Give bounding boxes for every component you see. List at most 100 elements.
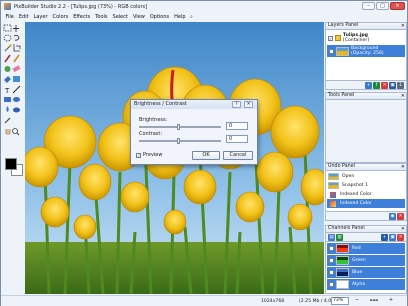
magic-wand-tool-icon[interactable]	[4, 44, 12, 52]
channel-load-icon[interactable]: ▤	[328, 233, 335, 241]
zoom-out-button[interactable]: −	[353, 297, 361, 305]
contrast-slider-track[interactable]	[139, 140, 221, 142]
channel-visibility-checkbox[interactable]: ✓	[329, 246, 334, 251]
undo-item[interactable]: Indexed Color	[326, 190, 406, 199]
dialog-help-button[interactable]: ?	[232, 101, 241, 108]
lasso-tool-icon[interactable]	[13, 34, 20, 41]
channel-copy-icon[interactable]: ▣	[389, 233, 396, 241]
undo-panel-close-icon[interactable]: ✕	[401, 164, 405, 170]
text-tool-icon[interactable]: T	[4, 87, 10, 95]
undo-item-selected[interactable]: Indexed Color	[327, 199, 405, 208]
brush-tool-icon[interactable]	[4, 54, 11, 63]
foreground-color-swatch[interactable]	[5, 158, 17, 170]
tools-panel-title: Tools Panel	[328, 93, 355, 98]
channels-panel-toolbar: ▤ ▥ + ▣ ✕	[325, 233, 407, 242]
ellipse-shape-tool-icon[interactable]	[13, 97, 20, 102]
channel-row-blue[interactable]: ✓ Blue	[327, 267, 405, 278]
menu-file[interactable]: File	[3, 14, 16, 20]
duplicate-layer-icon[interactable]: ▣	[389, 81, 396, 89]
layer-visibility-checkbox[interactable]: ✓	[329, 48, 334, 54]
menu-bar: File Edit Layer Colors Effects Tools Sel…	[1, 12, 321, 21]
zoom-slider[interactable]: ▬▬▬	[363, 297, 385, 305]
preview-checkbox[interactable]: ✓	[136, 152, 141, 158]
channel-thumbnail	[336, 268, 349, 277]
layer-name: Tulips.jpg [Container]	[343, 33, 369, 43]
brightness-slider-thumb[interactable]	[177, 124, 180, 130]
menu-edit[interactable]: Edit	[16, 14, 31, 20]
layers-list: ✓ Tulips.jpg [Container] ✓ Background (O…	[325, 30, 407, 81]
title-bar: PixBuilder Studio 2.2 - [Tulips.jpg (73%…	[1, 1, 407, 12]
menu-help[interactable]: Help	[172, 14, 188, 20]
undo-item[interactable]: Open	[326, 172, 406, 181]
brightness-input[interactable]: 0	[226, 122, 248, 130]
channel-label: Blue	[352, 270, 363, 275]
snapshot-icon[interactable]: ◉	[389, 212, 396, 220]
preview-checkbox-row[interactable]: ✓ Preview	[136, 152, 162, 158]
ellipse-select-tool-icon[interactable]	[3, 34, 12, 42]
dialog-close-button[interactable]: ✕	[244, 101, 253, 108]
brightness-slider-track[interactable]	[139, 126, 221, 128]
channel-visibility-checkbox[interactable]: ✓	[329, 282, 334, 287]
image-dimensions: 1024x768	[261, 298, 285, 304]
undo-item[interactable]: Snapshot 1	[326, 181, 406, 190]
layer-effects-icon[interactable]: f	[373, 81, 380, 89]
cancel-button[interactable]: Cancel	[223, 151, 253, 160]
menu-layer[interactable]: Layer	[31, 14, 50, 20]
menu-colors[interactable]: Colors	[50, 14, 71, 20]
tools-panel-body	[325, 100, 407, 163]
maximize-button[interactable]: □	[376, 2, 389, 10]
fill-tool-icon[interactable]	[4, 76, 11, 83]
new-layer-icon[interactable]: +	[365, 81, 372, 89]
move-tool-icon[interactable]	[13, 25, 19, 32]
search-icon[interactable]: ⌕	[190, 14, 193, 20]
menu-tools[interactable]: Tools	[93, 14, 110, 20]
layer-thumbnail	[336, 46, 349, 56]
channel-visibility-checkbox[interactable]: ✓	[329, 270, 334, 275]
rectangle-shape-tool-icon[interactable]	[4, 97, 11, 102]
delete-channel-icon[interactable]: ✕	[397, 233, 404, 241]
merge-layer-icon[interactable]: ↧	[397, 81, 404, 89]
clone-tool-icon[interactable]	[4, 66, 11, 72]
layer-visibility-checkbox[interactable]: ✓	[328, 35, 333, 41]
layer-row-container[interactable]: ✓ Tulips.jpg [Container]	[326, 32, 406, 44]
hand-tool-icon[interactable]	[5, 129, 11, 135]
menu-effects[interactable]: Effects	[71, 14, 93, 20]
gradient-tool-icon[interactable]	[13, 76, 20, 82]
channels-panel-close-icon[interactable]: ✕	[401, 226, 405, 232]
channel-row-green[interactable]: ✓ Green	[327, 255, 405, 266]
channel-thumbnail	[336, 256, 349, 265]
zoom-tool-icon[interactable]	[12, 128, 20, 136]
contrast-input[interactable]: 0	[226, 135, 248, 143]
channel-row-red[interactable]: ✓ Red	[327, 243, 405, 254]
channel-label: Red	[352, 246, 361, 251]
zoom-level-input[interactable]: 73%	[331, 297, 349, 305]
blur-tool-icon[interactable]	[6, 106, 9, 112]
layer-row-background[interactable]: ✓ Background (Opacity: 256)	[327, 45, 405, 57]
menu-view[interactable]: View	[130, 14, 147, 20]
new-channel-icon[interactable]: +	[381, 233, 388, 241]
pencil-tool-icon[interactable]	[13, 54, 20, 63]
crop-tool-icon[interactable]	[13, 44, 21, 52]
menu-options[interactable]: Options	[147, 14, 171, 20]
channel-save-icon[interactable]: ▥	[336, 233, 343, 241]
eraser-tool-icon[interactable]	[12, 65, 21, 73]
dropper-tool-icon[interactable]	[4, 117, 11, 124]
undo-label: Indexed Color	[340, 192, 372, 197]
undo-label: Indexed Color	[340, 201, 372, 206]
line-tool-icon[interactable]	[12, 85, 21, 94]
contrast-label: Contrast:	[139, 131, 163, 137]
layers-panel-close-icon[interactable]: ✕	[401, 23, 405, 29]
minimize-button[interactable]: –	[362, 2, 375, 10]
contrast-slider-thumb[interactable]	[177, 138, 180, 144]
close-button[interactable]: ✕	[390, 2, 405, 10]
tools-panel-close-icon[interactable]: ✕	[401, 93, 405, 99]
delete-history-icon[interactable]: ✕	[397, 212, 404, 220]
smudge-tool-icon[interactable]	[13, 107, 20, 113]
menu-select[interactable]: Select	[110, 14, 130, 20]
rect-select-tool-icon[interactable]	[3, 24, 12, 32]
delete-layer-icon[interactable]: ✕	[381, 81, 388, 89]
ok-button[interactable]: OK	[192, 151, 220, 160]
zoom-in-button[interactable]: +	[387, 297, 395, 305]
channel-row-alpha[interactable]: ✓ Alpha	[327, 279, 405, 290]
channel-visibility-checkbox[interactable]: ✓	[329, 258, 334, 263]
